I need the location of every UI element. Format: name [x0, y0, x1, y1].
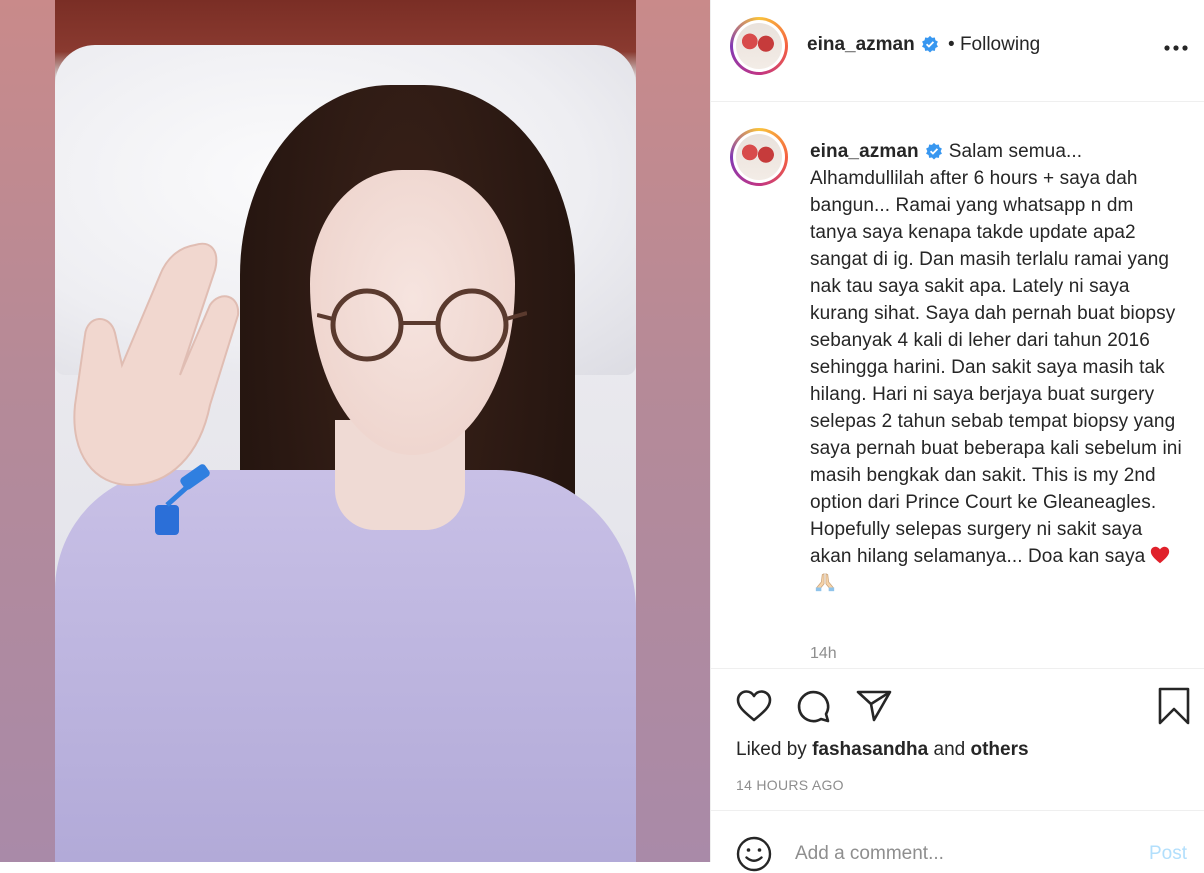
header-username[interactable]: eina_azman — [807, 34, 915, 55]
heart-icon[interactable] — [735, 687, 773, 725]
verified-badge-icon — [925, 142, 942, 160]
liked-by-and: and — [933, 739, 966, 760]
header-author: eina_azman • Following — [807, 34, 1040, 56]
liked-by-user[interactable]: fashasandha — [812, 739, 928, 760]
caption-author-avatar[interactable] — [730, 128, 788, 186]
follow-status[interactable]: • Following — [948, 34, 1040, 55]
bookmark-icon[interactable] — [1155, 687, 1193, 725]
comment-bar: Post — [711, 810, 1204, 872]
caption-username[interactable]: eina_azman — [810, 141, 919, 162]
post-header: eina_azman • Following — [711, 0, 1204, 102]
author-avatar[interactable] — [730, 17, 788, 75]
liked-by-line: Liked by fashasandha and others — [736, 739, 1029, 761]
comment-input[interactable] — [795, 839, 1125, 869]
comment-icon[interactable] — [795, 687, 833, 725]
post-timestamp[interactable]: 14 HOURS AGO — [736, 777, 844, 793]
photo-glasses — [317, 288, 527, 362]
more-options-icon[interactable] — [1163, 38, 1189, 58]
avatar-ring — [733, 20, 785, 72]
verified-badge-icon — [921, 35, 938, 53]
liked-by-prefix: Liked by — [736, 739, 807, 760]
photo-hand — [73, 242, 240, 487]
post-details-panel: eina_azman • Following eina_azman Salam s… — [710, 0, 1204, 872]
caption-text: Salam semua... Alhamdullilah after 6 hou… — [810, 141, 1182, 567]
post-actions-section: Liked by fashasandha and others 14 HOURS… — [711, 668, 1204, 811]
liked-by-others-link[interactable]: others — [970, 739, 1028, 760]
photo-iv-line — [155, 464, 210, 535]
post-media-panel — [0, 0, 710, 862]
caption-timestamp[interactable]: 14h — [810, 645, 837, 663]
smiley-icon[interactable] — [735, 835, 773, 873]
post-caption: eina_azman Salam semua... Alhamdullilah a… — [810, 138, 1185, 597]
avatar-photo — [736, 134, 782, 180]
folded-hands-emoji-icon — [815, 573, 835, 592]
avatar-ring — [733, 131, 785, 183]
paper-plane-icon[interactable] — [855, 687, 893, 725]
avatar-photo — [736, 23, 782, 69]
post-photo[interactable] — [55, 0, 636, 862]
red-heart-emoji-icon — [1151, 546, 1170, 564]
